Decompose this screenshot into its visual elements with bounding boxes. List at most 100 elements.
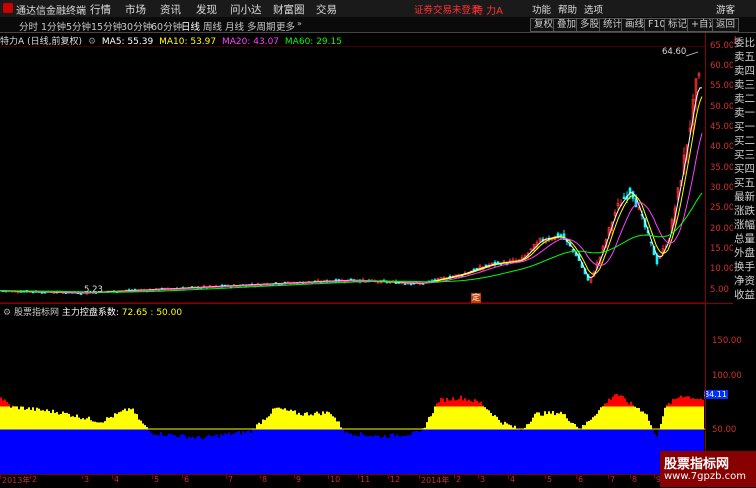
indicator-bar-low	[46, 429, 48, 474]
period-15min[interactable]: 15分钟	[91, 19, 122, 33]
indicator-bar-mid	[680, 407, 682, 430]
indicator-bar-mid	[436, 407, 438, 430]
menu-guest[interactable]: 游客	[716, 2, 735, 16]
indicator-bar-mid	[636, 408, 638, 429]
period-more[interactable]: 更多	[276, 19, 295, 33]
indicator-bar-mid	[624, 407, 626, 430]
indicator-bar-mid	[100, 422, 102, 429]
menu-wealth[interactable]: 财富圈	[273, 2, 305, 17]
panel-item: 收益	[734, 289, 756, 302]
indicator-bar-low	[322, 429, 324, 474]
indicator-bar-mid	[18, 409, 20, 429]
indicator-bar-low	[100, 429, 102, 474]
indicator-bar-low	[554, 429, 556, 474]
indicator-bar-mid	[80, 419, 82, 429]
indicator-bar-mid	[612, 407, 614, 430]
menu-ask[interactable]: 问小达	[230, 2, 262, 17]
indicator-bar-low	[412, 432, 414, 474]
indicator-chart[interactable]	[0, 304, 705, 474]
menu-trade[interactable]: 交易	[316, 2, 337, 17]
kline-chart[interactable]	[0, 46, 705, 304]
indicator-bar-low	[378, 436, 380, 474]
menu-quotes[interactable]: 行情	[90, 2, 111, 17]
period-timeshare[interactable]: 分时	[19, 19, 38, 33]
period-multi[interactable]: 多周期	[247, 19, 276, 33]
indicator-icon[interactable]: ⚙	[3, 308, 11, 318]
menu-options[interactable]: 选项	[584, 2, 603, 16]
indicator-bar-mid	[138, 420, 140, 429]
indicator-bar-mid	[598, 410, 600, 429]
indicator-bar-mid	[442, 407, 444, 430]
event-marker[interactable]: 定	[471, 293, 481, 303]
panel-item: 净资	[734, 275, 756, 288]
indicator-bar-low	[84, 429, 86, 474]
indicator-bar-low	[284, 429, 286, 474]
period-30min[interactable]: 30分钟	[121, 19, 152, 33]
period-monthly[interactable]: 月线	[225, 19, 244, 33]
indicator-bar-low	[34, 429, 36, 474]
indicator-bar-low	[164, 436, 166, 474]
watermark-url: www.7gpzb.com	[664, 471, 746, 482]
indicator-bar-mid	[336, 421, 338, 429]
indicator-bar-low	[528, 429, 530, 474]
menu-market[interactable]: 市场	[125, 2, 146, 17]
period-5min[interactable]: 5分钟	[66, 19, 91, 33]
indicator-bar-low	[596, 429, 598, 474]
indicator-bar-low	[330, 429, 332, 474]
indicator-bar-mid	[540, 416, 542, 429]
panel-item: 涨跌	[734, 205, 756, 218]
indicator-bar-low	[204, 438, 206, 474]
more-chevron-icon[interactable]: »	[297, 19, 302, 28]
indicator-bar-mid	[646, 414, 648, 429]
indicator-bar-low	[208, 435, 210, 474]
menu-function[interactable]: 功能	[532, 2, 551, 16]
time-tick: 3	[84, 475, 89, 484]
time-tick-mark	[294, 475, 295, 479]
indicator-bar-low	[650, 429, 652, 474]
indicator-bar-low	[536, 429, 538, 474]
indicator-bar-mid	[458, 407, 460, 430]
indicator-bar-mid	[76, 415, 78, 429]
indicator-bar-low	[114, 429, 116, 474]
indicator-bar-high	[618, 396, 620, 407]
axis-divider	[705, 33, 706, 474]
indicator-bar-low	[370, 436, 372, 474]
period-weekly[interactable]: 周线	[203, 19, 222, 33]
indicator-bar-low	[406, 436, 408, 474]
indicator-bar-low	[474, 429, 476, 474]
indicator-bar-high	[470, 401, 472, 406]
menu-discover[interactable]: 发现	[196, 2, 217, 17]
indicator-bar-mid	[566, 418, 568, 429]
indicator-tick: 150.00	[712, 336, 742, 346]
indicator-tick: 100.00	[712, 371, 742, 381]
time-tick: 8	[632, 475, 637, 484]
indicator-bar-low	[332, 429, 334, 474]
time-tick: 3	[480, 475, 485, 484]
indicator-bar-mid	[326, 411, 328, 429]
indicator-bar-mid	[694, 407, 696, 430]
indicator-bar-low	[90, 429, 92, 474]
indicator-bar-low	[132, 429, 134, 474]
indicator-bar-mid	[114, 413, 116, 429]
period-60min[interactable]: 60分钟	[151, 19, 182, 33]
indicator-bar-low	[48, 429, 50, 474]
menu-help[interactable]: 帮助	[558, 2, 577, 16]
period-1min[interactable]: 1分钟	[41, 19, 66, 33]
menu-news[interactable]: 资讯	[160, 2, 181, 17]
title-bar: 通达信金融终端 行情 市场 资讯 发现 问小达 财富圈 交易 证券交易未登录 特…	[0, 0, 756, 18]
indicator-bar-high	[694, 399, 696, 407]
indicator-bar-low	[388, 438, 390, 474]
indicator-bar-low	[610, 429, 612, 474]
indicator-bar-mid	[0, 407, 2, 430]
indicator-bar-high	[468, 400, 470, 407]
indicator-bar-low	[20, 429, 22, 474]
indicator-bar-mid	[322, 411, 324, 429]
period-daily[interactable]: 日线	[181, 19, 200, 33]
indicator-info-line: ⚙ 股票指标网 主力控盘系数: 72.65 : 50.00	[3, 305, 182, 318]
login-warning[interactable]: 证券交易未登录	[414, 2, 481, 16]
back-button[interactable]: 返回	[712, 18, 739, 32]
indicator-bar-mid	[68, 414, 70, 429]
indicator-bar-mid	[86, 418, 88, 429]
indicator-bar-mid	[526, 424, 528, 429]
indicator-bar-high	[624, 398, 626, 406]
